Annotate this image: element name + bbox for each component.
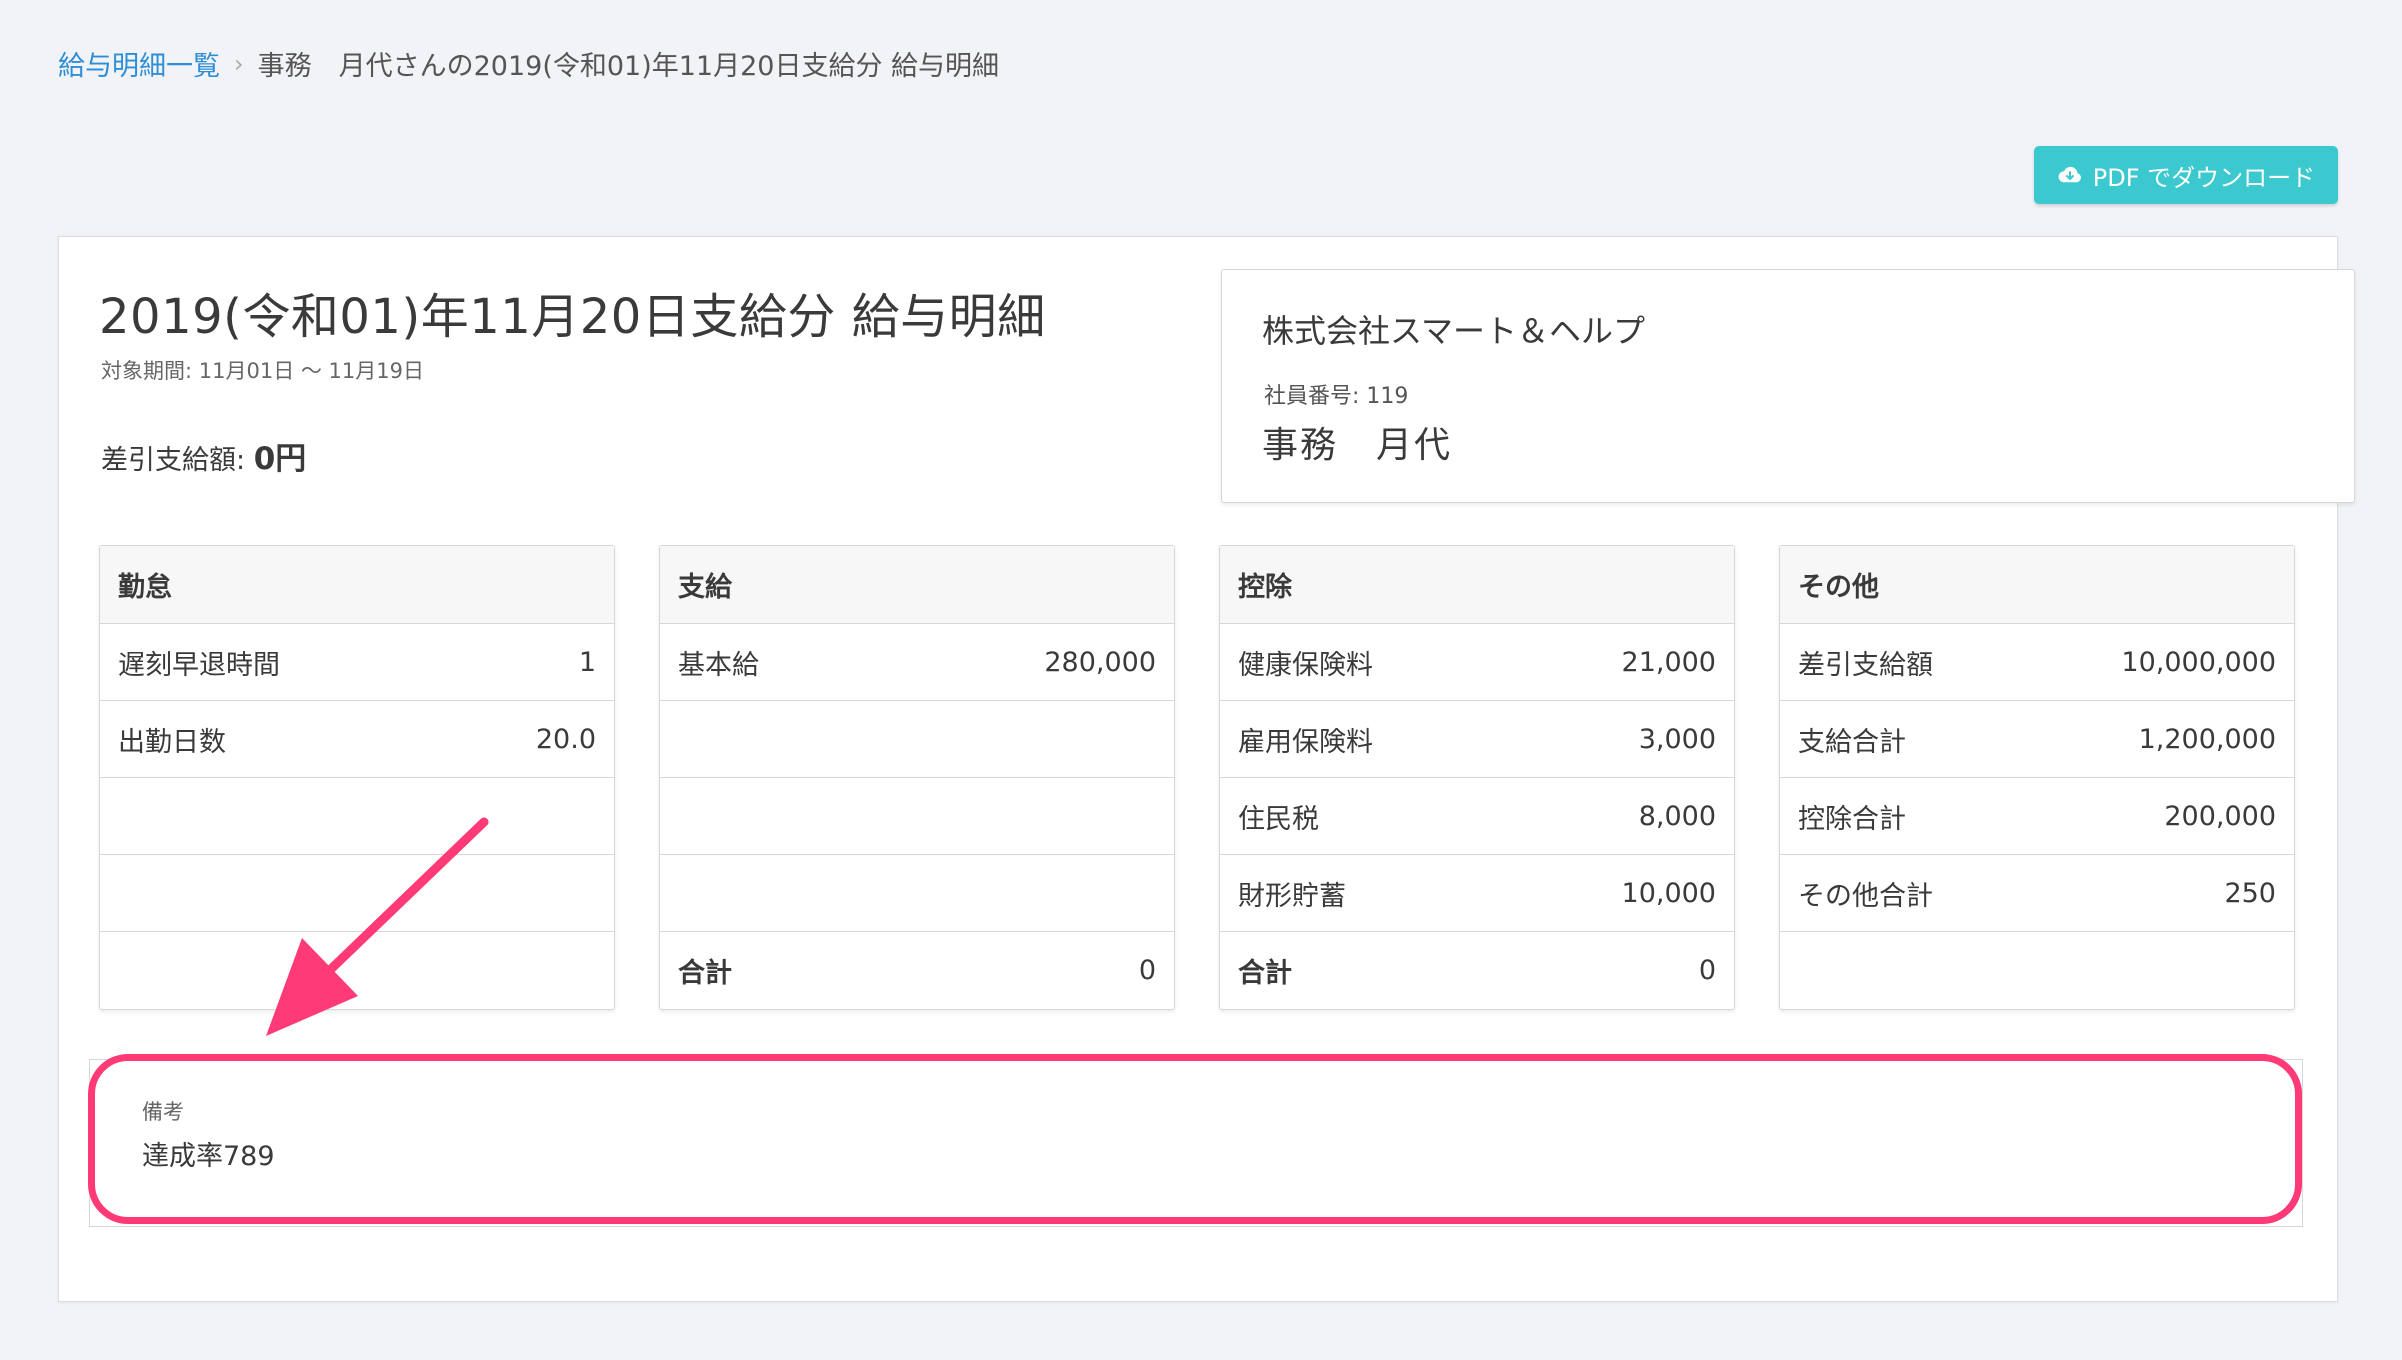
row-label: その他合計 [1798, 880, 1933, 912]
section-header: その他 [1780, 546, 2294, 624]
table-row [1780, 932, 2294, 1009]
section-payments: 支給 基本給 280,000 合計 0 [659, 545, 1175, 1010]
section-header: 控除 [1220, 546, 1734, 624]
table-row: 健康保険料 21,000 [1220, 624, 1734, 701]
table-row [100, 932, 614, 1009]
row-value: 1,200,000 [2138, 723, 2276, 755]
table-row: 出勤日数 20.0 [100, 701, 614, 778]
table-row: 遅刻早退時間 1 [100, 624, 614, 701]
row-label: 健康保険料 [1238, 649, 1373, 681]
total-row: 合計 0 [1220, 932, 1734, 1009]
table-row [660, 701, 1174, 778]
row-label: 控除合計 [1798, 803, 1906, 835]
table-row [660, 778, 1174, 855]
table-row: その他合計 250 [1780, 855, 2294, 932]
table-row [100, 855, 614, 932]
row-label: 支給合計 [1798, 726, 1906, 758]
breadcrumb-link-payslip-list[interactable]: 給与明細一覧 [58, 44, 220, 83]
net-pay-label: 差引支給額: [101, 445, 254, 476]
row-label: 合計 [678, 958, 732, 989]
net-pay: 差引支給額: 0円 [101, 433, 306, 478]
row-value: 0 [1698, 955, 1716, 986]
row-value: 1 [578, 646, 596, 678]
remarks-text: 達成率789 [142, 1141, 275, 1172]
employee-name: 事務 月代 [1262, 425, 1453, 466]
row-value: 10,000,000 [2121, 646, 2276, 678]
pdf-download-label: PDF でダウンロード [2092, 163, 2316, 192]
row-label: 住民税 [1238, 803, 1319, 835]
table-row [660, 855, 1174, 932]
section-attendance: 勤怠 遅刻早退時間 1 出勤日数 20.0 [99, 545, 615, 1010]
row-value: 21,000 [1621, 646, 1716, 678]
section-header: 勤怠 [100, 546, 614, 624]
table-row: 差引支給額 10,000,000 [1780, 624, 2294, 701]
row-value: 8,000 [1638, 800, 1716, 832]
section-other: その他 差引支給額 10,000,000 支給合計 1,200,000 控除合計 20… [1779, 545, 2295, 1010]
section-header: 支給 [660, 546, 1174, 624]
row-label: 財形貯蓄 [1238, 880, 1346, 912]
row-value: 250 [2224, 877, 2276, 909]
table-row: 控除合計 200,000 [1780, 778, 2294, 855]
remarks-box: 備考 達成率789 [89, 1059, 2303, 1227]
table-row: 基本給 280,000 [660, 624, 1174, 701]
net-pay-amount: 0円 [253, 441, 307, 477]
cloud-download-icon [2057, 165, 2083, 185]
breadcrumb-current: 事務 月代さんの2019(令和01)年11月20日支給分 給与明細 [257, 51, 1000, 82]
row-label: 遅刻早退時間 [118, 649, 280, 681]
table-row: 住民税 8,000 [1220, 778, 1734, 855]
row-value: 20.0 [535, 723, 596, 755]
pdf-download-button[interactable]: PDF でダウンロード [2034, 146, 2338, 204]
table-row: 雇用保険料 3,000 [1220, 701, 1734, 778]
remarks-label: 備考 [142, 1100, 184, 1124]
row-value: 280,000 [1044, 646, 1156, 678]
payslip-card: 2019(令和01)年11月20日支給分 給与明細 対象期間: 11月01日 〜… [58, 236, 2355, 1302]
company-name: 株式会社スマート＆ヘルプ [1262, 312, 1646, 350]
table-row [100, 778, 614, 855]
row-label: 基本給 [678, 649, 759, 681]
target-period: 対象期間: 11月01日 〜 11月19日 [101, 359, 424, 383]
section-deductions: 控除 健康保険料 21,000 雇用保険料 3,000 住民税 8,000 財形貯蓄 1… [1219, 545, 1735, 1010]
row-value: 0 [1138, 955, 1156, 986]
row-value: 10,000 [1621, 877, 1716, 909]
employee-number: 社員番号: 119 [1264, 384, 1409, 409]
company-info-card: 株式会社スマート＆ヘルプ 社員番号: 119 事務 月代 [1221, 269, 2355, 503]
table-row: 支給合計 1,200,000 [1780, 701, 2294, 778]
total-row: 合計 0 [660, 932, 1174, 1009]
row-label: 差引支給額 [1798, 649, 1933, 681]
row-value: 3,000 [1638, 723, 1716, 755]
row-label: 合計 [1238, 958, 1292, 989]
breadcrumb-separator-icon: › [234, 49, 244, 78]
page-title: 2019(令和01)年11月20日支給分 給与明細 [99, 289, 1046, 345]
row-label: 雇用保険料 [1238, 726, 1373, 758]
row-label: 出勤日数 [118, 726, 226, 758]
table-row: 財形貯蓄 10,000 [1220, 855, 1734, 932]
row-value: 200,000 [2164, 800, 2276, 832]
breadcrumb: 給与明細一覧 › 事務 月代さんの2019(令和01)年11月20日支給分 給与… [58, 44, 999, 83]
